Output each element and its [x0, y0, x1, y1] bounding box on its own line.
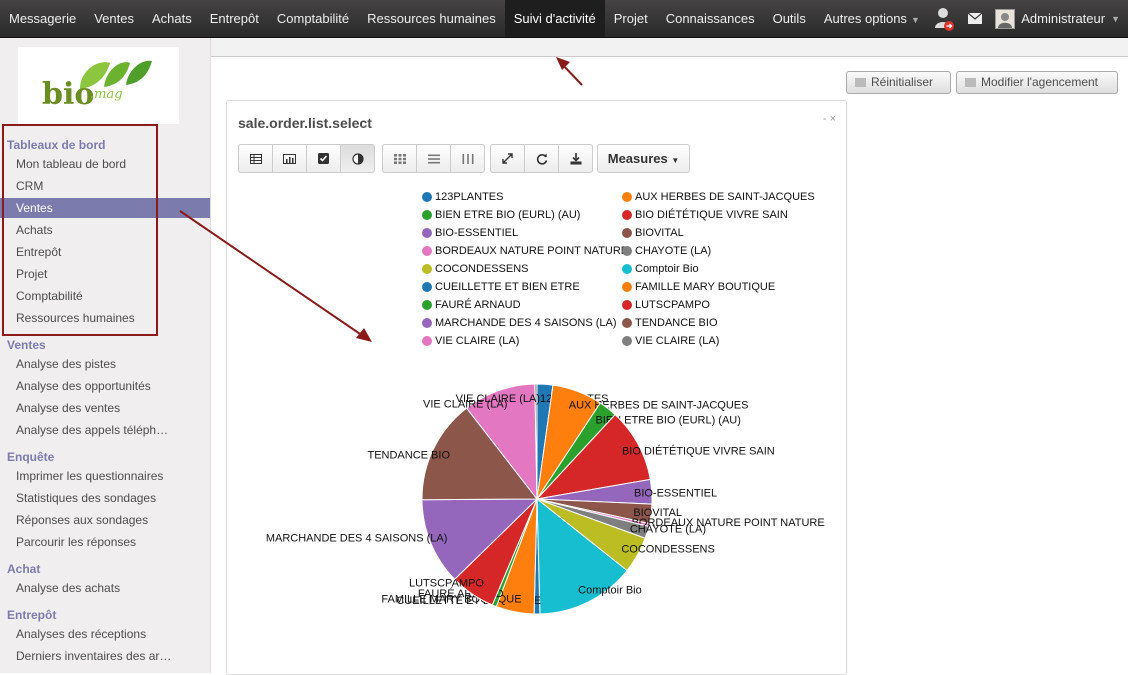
pie-slice-label: BIO-ESSENTIEL — [634, 488, 717, 500]
top-menu-item[interactable]: Achats — [143, 0, 201, 37]
sidebar-section-title: Entrepôt — [7, 608, 57, 622]
sub-toolbar — [211, 38, 1128, 57]
sidebar-item[interactable]: Ventes — [0, 198, 210, 218]
top-menu-item[interactable]: Ventes — [85, 0, 143, 37]
company-logo[interactable]: bio .mag — [18, 47, 179, 124]
pie-slice-label: MARCHANDE DES 4 SAISONS (LA) — [266, 532, 448, 544]
sidebar-section-title: Achat — [7, 562, 41, 576]
sidebar-item[interactable]: Statistiques des sondages — [0, 488, 210, 508]
sidebar-item[interactable]: Analyse des opportunités — [0, 376, 210, 396]
main-content: Réinitialiser Modifier l'agencement sale… — [211, 38, 1128, 675]
top-menu-item[interactable]: Projet — [605, 0, 657, 37]
top-right-tools: Administrateur ▼ — [934, 0, 1128, 37]
sidebar-item[interactable]: Achats — [0, 220, 210, 240]
reset-icon — [855, 78, 866, 87]
dashboard-panel: sale.order.list.select - × Measures ▼ 12… — [226, 100, 847, 675]
user-name[interactable]: Administrateur — [1021, 11, 1105, 26]
pie-slice-label: TENDANCE BIO — [367, 450, 450, 462]
top-menu-item[interactable]: Suivi d'activité — [504, 0, 605, 37]
sidebar-item[interactable]: Mon tableau de bord — [0, 154, 210, 174]
sidebar-item[interactable]: Analyse des pistes — [0, 354, 210, 374]
sidebar-item[interactable]: Analyse des achats — [0, 578, 210, 598]
sidebar-item[interactable]: Analyses des réceptions — [0, 624, 210, 644]
pie-slice-label: CHAYOTE (LA) — [630, 523, 706, 535]
sidebar-item[interactable]: Entrepôt — [0, 242, 210, 262]
top-menu-item[interactable]: Outils — [764, 0, 815, 37]
top-menu-item[interactable]: Connaissances — [657, 0, 764, 37]
top-menu-item[interactable]: Messagerie — [0, 0, 85, 37]
sidebar-item[interactable]: Réponses aux sondages — [0, 510, 210, 530]
top-navbar: Messagerie Ventes Achats Entrepôt Comptabili… — [0, 0, 1128, 38]
sidebar-item[interactable]: Projet — [0, 264, 210, 284]
avatar[interactable] — [995, 8, 1016, 29]
top-menu-item[interactable]: Comptabilité — [268, 0, 358, 37]
sidebar-item[interactable]: Comptabilité — [0, 286, 210, 306]
sidebar-item[interactable]: Parcourir les réponses — [0, 532, 210, 552]
sidebar-item[interactable]: Analyse des appels téléph… — [0, 420, 210, 440]
chevron-down-icon: ▼ — [910, 15, 920, 25]
mail-icon[interactable] — [967, 12, 983, 24]
sidebar-section-title: Enquête — [7, 450, 55, 464]
sidebar-item[interactable]: Analyse des ventes — [0, 398, 210, 418]
top-menu-item[interactable]: Entrepôt — [201, 0, 268, 37]
sidebar: bio .mag Tableaux de bord Mon tableau de … — [0, 38, 211, 673]
logo-subtext: .mag — [90, 87, 123, 102]
pie-slice-label: VIE CLAIRE (LA) — [456, 393, 540, 405]
layout-icon — [965, 78, 976, 87]
pie-chart: 123PLANTESAUX HERBES DE SAINT-JACQUESBIE… — [266, 383, 825, 615]
pie-slice-label: COCONDESSENS — [621, 543, 715, 555]
sidebar-item[interactable]: Ressources humaines — [0, 308, 210, 328]
reset-button[interactable]: Réinitialiser — [846, 71, 951, 94]
logo-text: bio — [42, 77, 95, 112]
sidebar-item[interactable]: Derniers inventaires des ar… — [0, 646, 210, 666]
top-menu-item[interactable]: Ressources humaines — [358, 0, 505, 37]
user-notification-icon[interactable] — [934, 6, 956, 32]
top-menu-item[interactable]: Autres options ▼ — [815, 0, 929, 37]
sidebar-section-title: Ventes — [7, 338, 46, 352]
pie-slice-label: BIO DIÉTÉTIQUE VIVRE SAIN — [622, 445, 775, 458]
sidebar-section-title: Tableaux de bord — [7, 138, 106, 152]
pie-slice-label: LUTSCPAMPO — [409, 578, 484, 590]
top-menu: Messagerie Ventes Achats Entrepôt Comptabili… — [0, 0, 929, 37]
change-layout-button[interactable]: Modifier l'agencement — [956, 71, 1118, 94]
chevron-down-icon[interactable]: ▼ — [1111, 14, 1120, 24]
pie-slice-label: Comptoir Bio — [578, 585, 642, 597]
sidebar-item[interactable]: CRM — [0, 176, 210, 196]
sidebar-item[interactable]: Imprimer les questionnaires — [0, 466, 210, 486]
